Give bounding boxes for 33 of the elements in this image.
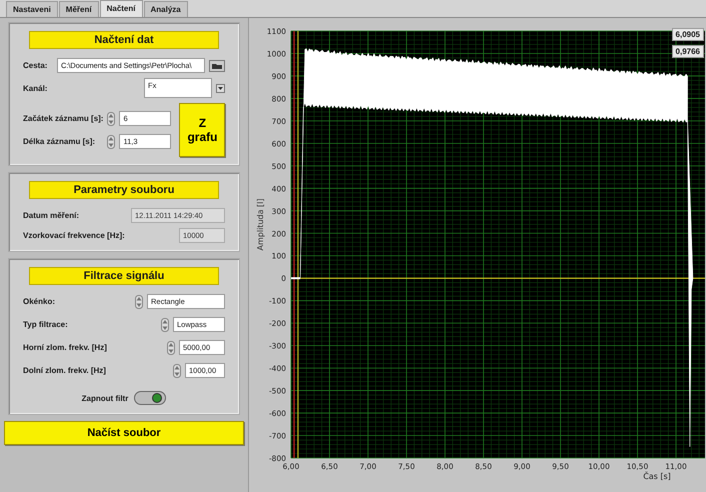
section-title: Načtení dat: [29, 31, 219, 49]
field-label: Cesta:: [23, 61, 48, 70]
tab[interactable]: Načtení: [100, 0, 142, 17]
tab[interactable]: Analýza: [144, 1, 188, 17]
field-label: Kanál:: [23, 84, 48, 92]
spinner-icon[interactable]: [161, 318, 169, 332]
cursor-readout: 0,9766: [672, 45, 704, 58]
spinner-icon[interactable]: [135, 294, 143, 308]
dropdown-icon[interactable]: [216, 84, 225, 92]
section-title: Parametry souboru: [29, 181, 219, 199]
field-label: Začátek záznamu [s]:: [23, 114, 104, 123]
tab[interactable]: Měření: [58, 1, 99, 17]
toggle-label: Zapnout filtr: [82, 394, 128, 402]
toggle-switch[interactable]: [134, 390, 166, 406]
field-label: Dolní zlom. frekv. [Hz]: [23, 366, 107, 375]
folder-icon[interactable]: [209, 60, 225, 72]
x-axis-title: Čas [s]: [643, 472, 671, 481]
spinner-icon[interactable]: [167, 340, 175, 354]
spinner-icon[interactable]: [107, 112, 116, 126]
from-graph-button[interactable]: Z grafu: [179, 103, 226, 157]
field-label: Okénko:: [23, 297, 56, 306]
field-label: Vzorkovací frekvence [Hz]:: [23, 231, 126, 240]
spinner-icon[interactable]: [173, 364, 181, 378]
section-title: Filtrace signálu: [29, 267, 219, 285]
cursor-readout: 6,0905: [672, 28, 704, 41]
field-label: Datum měření:: [23, 211, 80, 220]
tab[interactable]: Nastaveni: [6, 1, 58, 17]
load-file-button[interactable]: Načíst soubor: [4, 421, 244, 445]
field-label: Typ filtrace:: [23, 320, 69, 329]
spinner-icon[interactable]: [107, 134, 116, 148]
field-label: Délka záznamu [s]:: [23, 137, 96, 146]
y-axis-title: Amplituda [l]: [256, 198, 265, 250]
field-label: Horní zlom. frekv. [Hz]: [23, 343, 108, 352]
